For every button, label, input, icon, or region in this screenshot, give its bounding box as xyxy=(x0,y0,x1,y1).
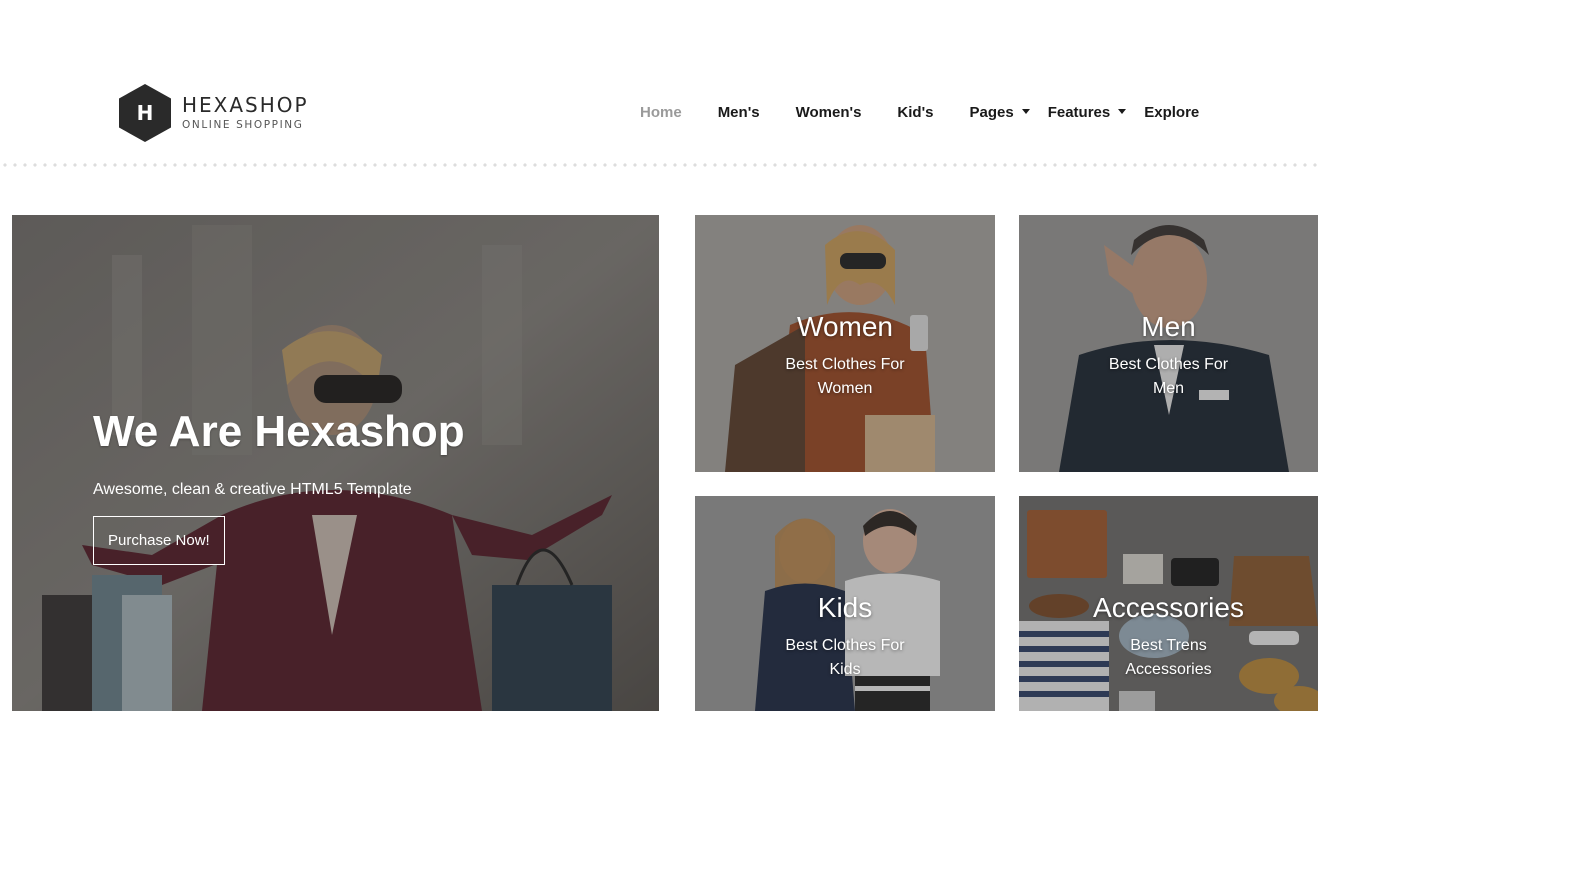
card-title: Kids xyxy=(817,592,873,623)
nav-item-kids[interactable]: Kid's xyxy=(897,104,933,121)
nav-item-womens[interactable]: Women's xyxy=(796,104,862,121)
card-title: Women xyxy=(797,311,893,342)
banner-subtitle: Awesome, clean & creative HTML5 Template xyxy=(93,481,412,498)
banner-content: We Are Hexashop Awesome, clean & creativ… xyxy=(93,405,465,565)
brand-logo[interactable]: H HEXASHOP ONLINE SHOPPING xyxy=(118,83,309,143)
hero-banner: We Are Hexashop Awesome, clean & creativ… xyxy=(12,215,659,711)
nav-label: Kid's xyxy=(897,103,934,121)
nav-item-features[interactable]: Features xyxy=(1048,104,1127,121)
nav-label: Explore xyxy=(1144,103,1200,121)
nav-item-home[interactable]: Home xyxy=(640,104,682,121)
card-text: Kids Best Clothes For Kids xyxy=(695,592,995,682)
nav-label: Women's xyxy=(795,103,862,121)
brand-tagline: ONLINE SHOPPING xyxy=(182,118,304,131)
main-nav: Home Men's Women's Kid's Pages Features … xyxy=(640,101,1235,123)
card-description: Best Trens Accessories xyxy=(1125,637,1212,678)
logo-letter: H xyxy=(137,101,154,125)
nav-item-mens[interactable]: Men's xyxy=(718,104,760,121)
card-description: Best Clothes For Women xyxy=(785,356,905,397)
brand-name: HEXASHOP xyxy=(182,92,309,117)
category-card-accessories[interactable]: Accessories Best Trens Accessories xyxy=(1019,496,1318,711)
site-header: H HEXASHOP ONLINE SHOPPING Home Men's Wo… xyxy=(0,0,1322,168)
logo-text: HEXASHOP ONLINE SHOPPING xyxy=(182,94,309,133)
card-text: Men Best Clothes For Men xyxy=(1019,311,1318,401)
card-description: Best Clothes For Kids xyxy=(785,637,905,678)
card-text: Women Best Clothes For Women xyxy=(695,311,995,401)
nav-label: Features xyxy=(1047,103,1111,121)
nav-label: Pages xyxy=(969,103,1014,121)
caret-down-icon xyxy=(1021,108,1030,114)
nav-item-pages[interactable]: Pages xyxy=(970,104,1030,121)
purchase-now-button[interactable]: Purchase Now! xyxy=(93,516,225,565)
card-text: Accessories Best Trens Accessories xyxy=(1019,592,1318,682)
caret-down-icon xyxy=(1118,108,1127,114)
nav-item-explore[interactable]: Explore xyxy=(1144,104,1199,121)
card-title: Men xyxy=(1141,311,1196,342)
category-card-men[interactable]: Men Best Clothes For Men xyxy=(1019,215,1318,472)
nav-label: Men's xyxy=(717,103,760,121)
card-description: Best Clothes For Men xyxy=(1108,356,1229,397)
banner-title: We Are Hexashop xyxy=(93,407,465,456)
nav-label: Home xyxy=(640,103,682,121)
hexagon-logo-icon: H xyxy=(118,83,172,143)
category-card-women[interactable]: Women Best Clothes For Women xyxy=(695,215,995,472)
card-title: Accessories xyxy=(1093,592,1244,623)
category-card-kids[interactable]: Kids Best Clothes For Kids xyxy=(695,496,995,711)
header-divider xyxy=(0,163,1322,167)
